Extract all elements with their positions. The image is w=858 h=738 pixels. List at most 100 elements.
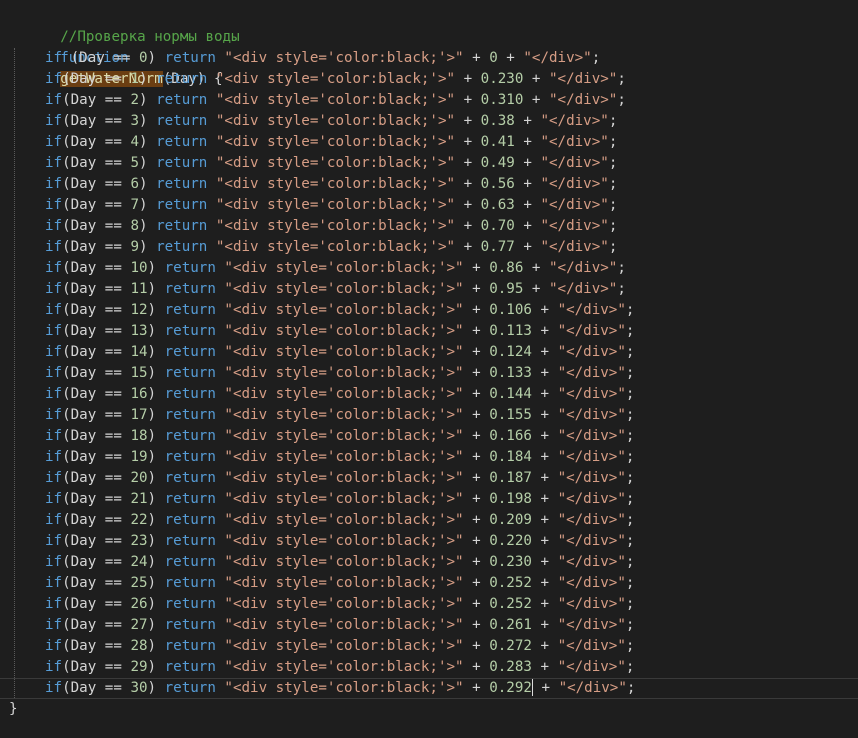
- plus-operator: +: [455, 71, 481, 87]
- code-line[interactable]: if(Day == 21) return "<div style='color:…: [9, 489, 858, 510]
- open-div-string: "<div style='color:black;'>": [224, 617, 464, 633]
- code-line[interactable]: if(Day == 7) return "<div style='color:b…: [9, 195, 858, 216]
- condition-close: ): [147, 50, 165, 66]
- water-norm-value: 0.310: [480, 92, 524, 108]
- condition-close: ): [147, 554, 165, 570]
- water-norm-value: 0.144: [489, 386, 532, 402]
- code-line[interactable]: if(Day == 20) return "<div style='color:…: [9, 468, 858, 489]
- code-line[interactable]: if(Day == 9) return "<div style='color:b…: [9, 237, 858, 258]
- code-line[interactable]: if(Day == 18) return "<div style='color:…: [9, 426, 858, 447]
- plus-operator: +: [463, 596, 490, 612]
- return-keyword: return: [164, 491, 216, 507]
- water-norm-value: 0.272: [489, 638, 532, 654]
- comment-line[interactable]: //Проверка нормы воды: [9, 6, 858, 45]
- water-norm-value: 0.230: [480, 71, 524, 87]
- code-line[interactable]: if(Day == 16) return "<div style='color:…: [9, 384, 858, 405]
- plus-operator: +: [531, 659, 558, 675]
- code-line[interactable]: if(Day == 1) return "<div style='color:b…: [9, 69, 858, 90]
- plus-operator: +: [463, 302, 490, 318]
- code-line[interactable]: if(Day == 28) return "<div style='color:…: [9, 636, 858, 657]
- code-editor[interactable]: //Проверка нормы воды function getWaterN…: [0, 0, 858, 738]
- open-div-string: "<div style='color:black;'>": [224, 659, 464, 675]
- close-div-string: "</div>": [557, 575, 626, 591]
- close-div-string: "</div>": [549, 260, 618, 276]
- condition-prefix: (Day ==: [62, 554, 131, 570]
- code-line[interactable]: if(Day == 14) return "<div style='color:…: [9, 342, 858, 363]
- code-line[interactable]: if (Day == 0) return "<div style='color:…: [9, 48, 858, 69]
- plus-operator: +: [463, 449, 490, 465]
- code-line[interactable]: if(Day == 10) return "<div style='color:…: [9, 258, 858, 279]
- code-line[interactable]: if(Day == 26) return "<div style='color:…: [9, 594, 858, 615]
- function-declaration-line[interactable]: function getWaterNorm(Day) {: [9, 27, 858, 87]
- code-line[interactable]: if(Day == 29) return "<div style='color:…: [9, 657, 858, 678]
- code-line[interactable]: if(Day == 23) return "<div style='color:…: [9, 531, 858, 552]
- water-norm-value: 0.166: [489, 428, 532, 444]
- open-div-string: "<div style='color:black;'>": [224, 386, 464, 402]
- code-line[interactable]: if(Day == 3) return "<div style='color:b…: [9, 111, 858, 132]
- closing-brace-line[interactable]: }: [9, 699, 858, 720]
- condition-prefix: (Day ==: [62, 197, 131, 213]
- condition-prefix: (Day ==: [62, 344, 131, 360]
- plus-operator: +: [463, 281, 490, 297]
- semicolon: ;: [617, 260, 626, 276]
- code-line[interactable]: if(Day == 11) return "<div style='color:…: [9, 279, 858, 300]
- semicolon: ;: [591, 50, 601, 66]
- code-line[interactable]: if(Day == 17) return "<div style='color:…: [9, 405, 858, 426]
- code-lines[interactable]: //Проверка нормы воды function getWaterN…: [0, 6, 858, 720]
- code-line[interactable]: if(Day == 5) return "<div style='color:b…: [9, 153, 858, 174]
- if-keyword: if: [45, 239, 63, 255]
- plus-operator: +: [463, 554, 490, 570]
- water-norm-value: 0.113: [489, 323, 532, 339]
- if-keyword: if: [45, 260, 63, 276]
- condition-prefix: (Day ==: [62, 638, 131, 654]
- plus-operator: +: [463, 533, 490, 549]
- day-number: 19: [130, 449, 148, 465]
- close-div-string: "</div>": [558, 680, 627, 696]
- code-line[interactable]: if(Day == 13) return "<div style='color:…: [9, 321, 858, 342]
- open-div-string: "<div style='color:black;'>": [215, 239, 456, 255]
- water-norm-value: 0.63: [480, 197, 515, 213]
- code-line[interactable]: if(Day == 24) return "<div style='color:…: [9, 552, 858, 573]
- code-line[interactable]: if(Day == 27) return "<div style='color:…: [9, 615, 858, 636]
- close-div-string: "</div>": [557, 302, 626, 318]
- if-keyword: if: [45, 470, 63, 486]
- condition-prefix: (Day ==: [62, 512, 131, 528]
- condition-prefix: (Day ==: [62, 239, 131, 255]
- open-div-string: "<div style='color:black;'>": [224, 281, 464, 297]
- return-keyword: return: [164, 260, 216, 276]
- return-keyword: return: [164, 365, 216, 381]
- return-keyword: return: [164, 512, 216, 528]
- condition-close: ): [147, 659, 165, 675]
- semicolon: ;: [617, 281, 626, 297]
- if-keyword: if: [45, 512, 63, 528]
- condition-prefix: (Day ==: [62, 449, 131, 465]
- condition-prefix: (Day ==: [62, 260, 131, 276]
- code-line[interactable]: if(Day == 22) return "<div style='color:…: [9, 510, 858, 531]
- close-div-string: "</div>": [557, 512, 626, 528]
- if-keyword: if: [45, 638, 63, 654]
- close-div-string: "</div>": [557, 596, 626, 612]
- code-line[interactable]: if(Day == 8) return "<div style='color:b…: [9, 216, 858, 237]
- day-number: 30: [130, 680, 148, 696]
- close-div-string: "</div>": [523, 50, 592, 66]
- code-line[interactable]: if(Day == 30) return "<div style='color:…: [0, 678, 858, 699]
- code-line[interactable]: if(Day == 15) return "<div style='color:…: [9, 363, 858, 384]
- code-line[interactable]: if(Day == 25) return "<div style='color:…: [9, 573, 858, 594]
- plus-operator: +: [531, 617, 558, 633]
- code-line[interactable]: if(Day == 19) return "<div style='color:…: [9, 447, 858, 468]
- close-div-string: "</div>": [557, 386, 626, 402]
- close-div-string: "</div>": [557, 323, 626, 339]
- code-line[interactable]: if(Day == 12) return "<div style='color:…: [9, 300, 858, 321]
- open-div-string: "<div style='color:black;'>": [224, 50, 464, 66]
- plus-operator: +: [463, 470, 490, 486]
- close-div-string: "</div>": [549, 71, 618, 87]
- code-line[interactable]: if(Day == 2) return "<div style='color:b…: [9, 90, 858, 111]
- condition-prefix: (Day ==: [62, 659, 131, 675]
- water-norm-value: 0.49: [480, 155, 515, 171]
- plus-operator: +: [463, 344, 490, 360]
- code-line[interactable]: if(Day == 4) return "<div style='color:b…: [9, 132, 858, 153]
- code-line[interactable]: if(Day == 6) return "<div style='color:b…: [9, 174, 858, 195]
